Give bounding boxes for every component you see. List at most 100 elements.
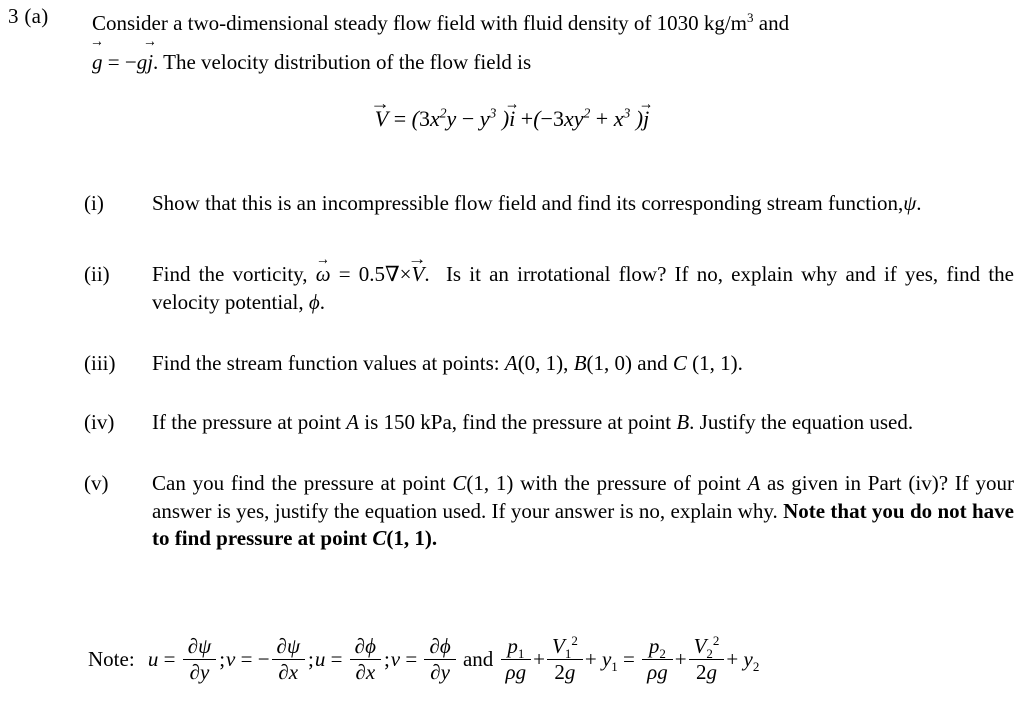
point-C-label-v-bold: C [372, 526, 387, 551]
part-v-text-b: (1, 1) with the pressure of point [466, 471, 748, 496]
bernoulli-y2: y [743, 646, 753, 671]
intro-text-a: Consider a two-dimensional steady flow f… [92, 11, 657, 35]
eq-equals: = [393, 106, 407, 131]
bernoulli-g-3: g [657, 660, 668, 685]
part-marker-iv: (iv) [84, 410, 115, 435]
bernoulli-y1-subscript: 1 [611, 659, 618, 675]
nabla-symbol: ∇ [385, 262, 400, 287]
eq-term3-coeff: 3 [552, 106, 564, 131]
eq-term2-y: y [479, 106, 490, 131]
bernoulli-rho-1: ρ [505, 660, 516, 685]
note-and-text: and [462, 646, 494, 671]
fraction-dpsi-dx: ∂ψ ∂x [271, 633, 305, 685]
note-v-1: v [226, 646, 236, 671]
point-A-label-iv: A [346, 410, 360, 435]
phi-symbol-2: ϕ [439, 633, 451, 658]
j-vector-symbol-2: j [643, 106, 649, 132]
note-equals-1: = [163, 646, 176, 671]
density-value: 1030 [656, 11, 699, 35]
note-minus: − [257, 646, 270, 671]
bernoulli-two-2: 2 [695, 660, 707, 685]
bernoulli-plus-4: + [726, 646, 739, 671]
fraction-p2-rho-g: p2 ρg [642, 634, 673, 685]
bernoulli-g-1: g [515, 660, 527, 685]
part-item-v: (v) Can you find the pressure at point C… [84, 470, 1014, 552]
phi-symbol-1: ϕ [365, 633, 376, 658]
y-symbol-1: y [200, 660, 210, 685]
part-item-ii: (ii) Find the vorticity, ω = 0.5∇×V. Is … [84, 261, 1014, 316]
note-equals-2: = [240, 646, 253, 671]
omega-vector-symbol: ω [316, 261, 331, 288]
eq-minus: − [461, 106, 475, 131]
bernoulli-y2-subscript: 2 [752, 659, 760, 675]
question-number: 3 (a) [8, 4, 49, 28]
note-u-1: u [147, 646, 159, 671]
note-label: Note: [88, 646, 135, 671]
bernoulli-y1: y [601, 646, 612, 671]
fraction-dphi-dx: ∂ϕ ∂x [349, 633, 381, 685]
psi-symbol-1: ψ [198, 633, 212, 658]
velocity-equation: V = (3x2y − y3 )i +(−3xy2 + x3 )j [0, 106, 1024, 132]
point-B-coords-iii: (1, 0) and [586, 350, 673, 375]
eq-term4-x: x [613, 106, 624, 131]
fraction-V2sq-2g: V22 2g [688, 633, 725, 685]
bernoulli-V1-exponent: 2 [571, 632, 578, 648]
eq-plus-2: + [595, 106, 609, 131]
eq-term3-sign: − [540, 106, 553, 131]
fraction-dphi-dy: ∂ϕ ∂y [424, 633, 456, 685]
bernoulli-equals: = [623, 646, 635, 671]
part-marker-v: (v) [84, 471, 109, 496]
bernoulli-V2: V [693, 633, 707, 658]
spacer-ii [84, 316, 1014, 350]
gravity-statement: g = −gj. The velocity distribution of th… [92, 43, 1012, 82]
eq-term3-y: y [573, 106, 584, 131]
question-intro: Consider a two-dimensional steady flow f… [92, 4, 1012, 83]
point-A-label-v: A [747, 471, 761, 496]
spacer-i [84, 217, 1014, 261]
point-B-label-iii: B [573, 350, 587, 375]
bernoulli-g-4: g [706, 660, 717, 685]
bernoulli-V1-subscript: 1 [564, 646, 572, 662]
x-symbol-2: x [365, 660, 376, 685]
g-scalar-symbol: g [136, 50, 148, 75]
y-symbol-2: y [440, 660, 450, 685]
exam-question-page: 3 (a) Consider a two-dimensional steady … [0, 0, 1024, 711]
point-C-label-iii: C [672, 350, 687, 375]
note-u-2: u [314, 646, 326, 671]
part-v-text-a: Can you find the pressure at point [152, 471, 453, 496]
partial-symbol-1: ∂ [187, 633, 199, 658]
bernoulli-V2-subscript: 2 [706, 646, 713, 662]
V-vector-symbol-ii: V [412, 261, 425, 288]
bernoulli-plus-1: + [533, 646, 545, 671]
vorticity-equals: = [338, 262, 351, 287]
part-v-bold-note-b: (1, 1). [386, 526, 438, 551]
partial-symbol-2: ∂ [189, 660, 200, 685]
eq-open-paren-2: ( [533, 106, 541, 131]
g-vector-symbol: g [92, 43, 103, 82]
point-C-label-v: C [452, 471, 467, 496]
intro-text-b: and [753, 11, 790, 35]
bernoulli-p1-subscript: 1 [517, 646, 525, 662]
part-item-i: (i) Show that this is an incompressible … [84, 190, 1014, 217]
question-parts-list: (i) Show that this is an incompressible … [84, 190, 1014, 552]
bernoulli-g-2: g [564, 660, 576, 685]
part-iv-text-b: is 150 kPa, find the pressure at point [359, 410, 677, 435]
psi-symbol-i: ψ [903, 191, 917, 215]
part-item-iv: (iv) If the pressure at point A is 150 k… [84, 409, 1014, 436]
spacer-iv [84, 436, 1014, 470]
psi-symbol-2: ψ [286, 633, 300, 658]
part-i-text-b: . [916, 191, 922, 215]
bernoulli-p2-subscript: 2 [659, 646, 666, 662]
part-iv-text-a: If the pressure at point [152, 410, 347, 435]
eq-term1-x-exponent: 2 [439, 105, 447, 121]
eq-term4-x-exponent: 3 [623, 105, 631, 121]
partial-symbol-4: ∂ [278, 660, 289, 685]
eq-term1-y: y [446, 106, 457, 131]
x-symbol-1: x [288, 660, 299, 685]
fraction-p1-rho-g: p1 ρg [500, 634, 532, 685]
i-vector-symbol: i [509, 106, 515, 132]
gravity-minus: − [124, 50, 137, 75]
velocity-intro-text: The velocity distribution of the flow fi… [163, 50, 532, 75]
note-separator-2: ; [307, 646, 314, 671]
note-separator-1: ; [219, 646, 226, 671]
